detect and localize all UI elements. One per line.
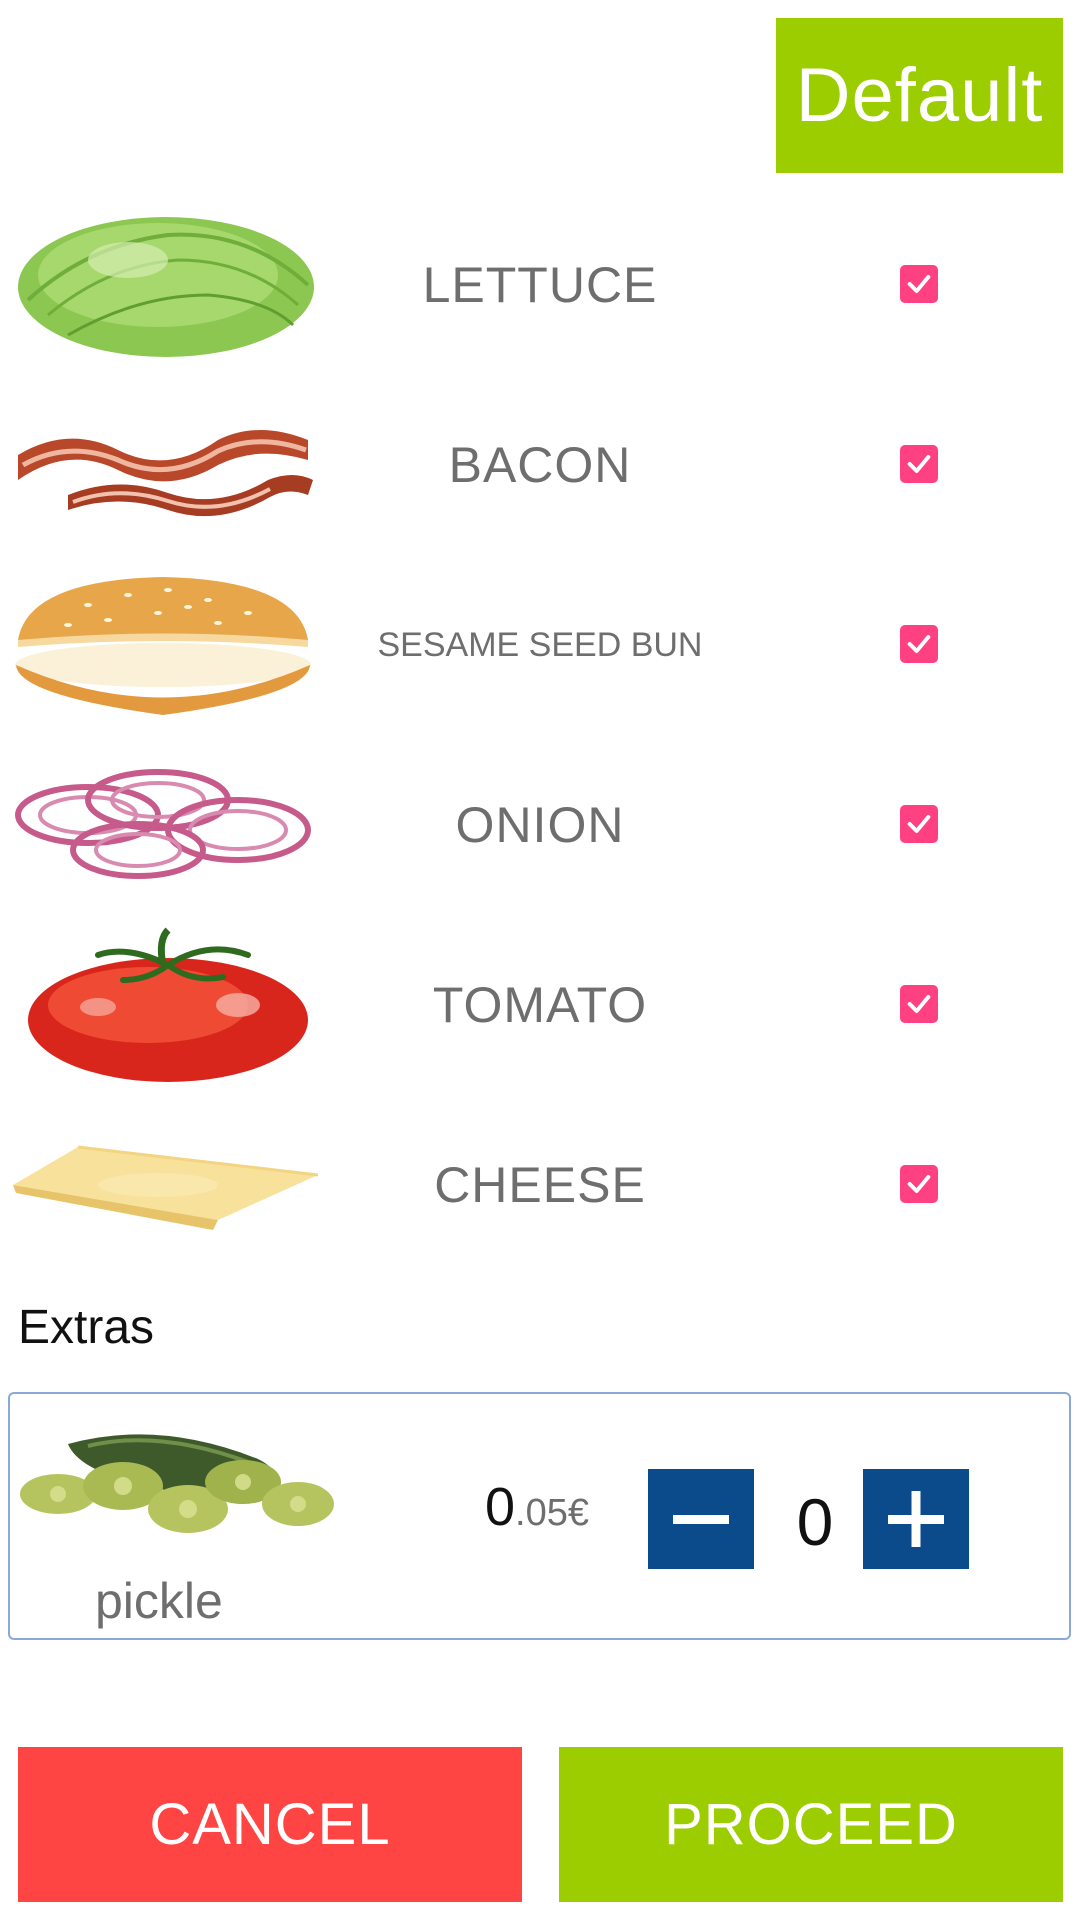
- bacon-icon: [18, 430, 313, 517]
- ingredient-row-tomato: TOMATO: [0, 915, 1080, 1095]
- tomato-icon: [28, 927, 308, 1082]
- ingredient-checkbox-cheese[interactable]: [900, 1165, 938, 1203]
- default-button[interactable]: Default: [776, 18, 1063, 173]
- extra-item-label: pickle: [95, 1573, 223, 1629]
- check-icon: [907, 995, 931, 1013]
- check-icon: [907, 455, 931, 473]
- decrease-quantity-button[interactable]: [648, 1469, 754, 1569]
- bun-icon: [15, 577, 311, 715]
- ingredient-list: LETTUCE BACON SESAME SEED BUN ONION TOMA…: [0, 195, 1080, 1275]
- ingredient-checkbox-bacon[interactable]: [900, 445, 938, 483]
- pickle-icon: [20, 1434, 334, 1533]
- lettuce-icon: [18, 217, 314, 357]
- price-rest: .05€: [515, 1492, 590, 1534]
- price-whole: 0: [485, 1477, 516, 1537]
- quantity-value: 0: [796, 1485, 834, 1559]
- extra-item-price: 0.05€: [485, 1476, 589, 1538]
- extra-item-pickle: pickle 0.05€ 0: [8, 1392, 1071, 1640]
- ingredient-row-cheese: CHEESE: [0, 1095, 1080, 1275]
- ingredient-label: CHEESE: [434, 1157, 646, 1213]
- check-icon: [907, 1175, 931, 1193]
- ingredient-label: BACON: [448, 437, 632, 493]
- plus-icon: [888, 1491, 944, 1547]
- minus-icon: [673, 1515, 729, 1524]
- cancel-button[interactable]: CANCEL: [18, 1747, 522, 1902]
- ingredient-checkbox-sesame-seed-bun[interactable]: [900, 625, 938, 663]
- onion-icon: [15, 769, 311, 879]
- ingredient-label: SESAME SEED BUN: [377, 625, 703, 664]
- ingredient-row-sesame-seed-bun: SESAME SEED BUN: [0, 555, 1080, 735]
- ingredient-label: ONION: [455, 797, 625, 853]
- check-icon: [907, 275, 931, 293]
- ingredient-checkbox-tomato[interactable]: [900, 985, 938, 1023]
- check-icon: [907, 635, 931, 653]
- ingredient-row-bacon: BACON: [0, 375, 1080, 555]
- ingredient-row-lettuce: LETTUCE: [0, 195, 1080, 375]
- ingredient-label: TOMATO: [432, 977, 648, 1033]
- ingredient-checkbox-lettuce[interactable]: [900, 265, 938, 303]
- extras-heading: Extras: [18, 1301, 155, 1354]
- increase-quantity-button[interactable]: [863, 1469, 969, 1569]
- check-icon: [907, 815, 931, 833]
- ingredient-checkbox-onion[interactable]: [900, 805, 938, 843]
- burger-customize-screen: Default LETTUCE BACON SESAME SEED BUN ON…: [0, 0, 1080, 1920]
- ingredient-row-onion: ONION: [0, 735, 1080, 915]
- cheese-icon: [13, 1145, 318, 1230]
- proceed-button[interactable]: PROCEED: [559, 1747, 1063, 1902]
- ingredient-label: LETTUCE: [422, 257, 658, 313]
